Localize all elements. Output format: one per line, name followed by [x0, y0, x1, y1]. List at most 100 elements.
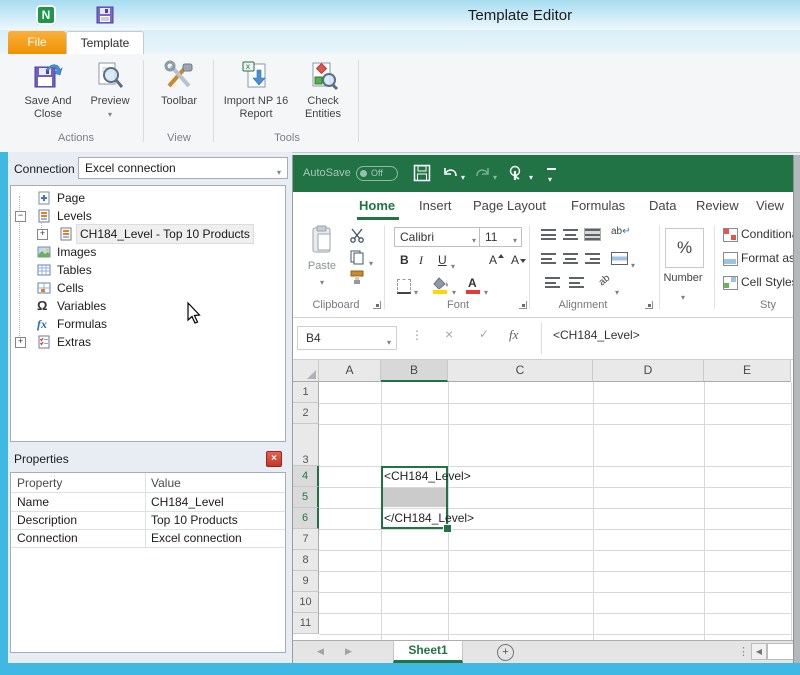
column-header-e[interactable]: E: [704, 360, 791, 382]
close-icon[interactable]: ×: [266, 451, 282, 467]
align-center-icon[interactable]: [563, 253, 578, 264]
fill-dropdown-icon[interactable]: [452, 282, 456, 300]
copy-dropdown-icon[interactable]: [369, 253, 373, 271]
expand-icon[interactable]: +: [37, 229, 48, 240]
select-all-corner[interactable]: [293, 360, 319, 382]
excel-tab-view[interactable]: View: [756, 198, 784, 213]
quick-save-icon[interactable]: [96, 6, 114, 24]
tree-item-cells[interactable]: Cells: [11, 279, 281, 297]
number-dropdown-icon[interactable]: [681, 287, 685, 305]
tab-file[interactable]: File: [8, 31, 66, 54]
row-header-2[interactable]: 2: [293, 403, 319, 424]
enter-icon[interactable]: ✓: [479, 327, 489, 341]
paste-button[interactable]: Paste: [303, 225, 341, 290]
excel-tab-page-layout[interactable]: Page Layout: [473, 198, 546, 213]
orientation-dropdown-icon[interactable]: [615, 282, 619, 300]
preview-button[interactable]: Preview: [84, 58, 136, 121]
number-format-label[interactable]: Number: [657, 272, 709, 284]
merge-center-icon[interactable]: [611, 252, 628, 265]
row-header-6[interactable]: 6: [293, 508, 319, 529]
font-size-combo[interactable]: 11: [479, 227, 522, 247]
connection-select[interactable]: Excel connection: [78, 157, 288, 179]
tree-item-levels[interactable]: − Levels: [11, 207, 281, 225]
decrease-font-button[interactable]: A: [511, 253, 519, 267]
touch-dropdown-icon[interactable]: [529, 167, 533, 185]
fill-color-icon[interactable]: [433, 277, 449, 289]
clipboard-dialog-launcher-icon[interactable]: [373, 301, 381, 309]
align-top-icon[interactable]: [541, 229, 556, 240]
wrap-text-icon[interactable]: ab↵: [611, 226, 631, 237]
borders-dropdown-icon[interactable]: [414, 282, 418, 300]
undo-dropdown-icon[interactable]: [461, 167, 465, 185]
collapse-icon[interactable]: −: [15, 211, 26, 222]
font-dialog-launcher-icon[interactable]: [519, 301, 527, 309]
tree-item-ch184-level[interactable]: + CH184_Level - Top 10 Products: [11, 225, 281, 243]
column-header-a[interactable]: A: [319, 360, 381, 382]
redo-icon[interactable]: [473, 165, 491, 181]
align-middle-icon[interactable]: [563, 229, 578, 240]
toolbar-button[interactable]: Toolbar: [150, 58, 208, 108]
row-header-9[interactable]: 9: [293, 571, 319, 592]
column-header-b[interactable]: B: [381, 360, 448, 382]
row-header-10[interactable]: 10: [293, 592, 319, 613]
merge-dropdown-icon[interactable]: [631, 255, 635, 273]
row-header-4[interactable]: 4: [293, 466, 319, 487]
row-header-1[interactable]: 1: [293, 382, 319, 403]
customize-qat-chevron-icon[interactable]: [548, 169, 552, 187]
tree-item-images[interactable]: Images: [11, 243, 281, 261]
format-painter-icon[interactable]: [349, 269, 365, 285]
borders-icon[interactable]: [397, 279, 411, 294]
font-name-combo[interactable]: Calibri: [394, 227, 481, 247]
formula-bar-handle-icon[interactable]: ⋮: [411, 328, 423, 342]
undo-icon[interactable]: [441, 165, 459, 181]
bold-button[interactable]: B: [400, 253, 409, 267]
tree-item-variables[interactable]: Ω Variables: [11, 297, 281, 315]
conditional-formatting-button[interactable]: Conditional: [741, 227, 800, 241]
property-connection-value[interactable]: Excel connection: [151, 529, 242, 547]
fill-handle[interactable]: [443, 524, 452, 533]
formula-input[interactable]: <CH184_Level>: [553, 328, 640, 342]
increase-indent-icon[interactable]: [569, 277, 584, 288]
preview-dropdown-icon[interactable]: [108, 108, 112, 120]
sheetbar-handle-icon[interactable]: ⋮: [738, 645, 749, 658]
hscroll-left-button[interactable]: ◀: [751, 643, 767, 660]
row-header-7[interactable]: 7: [293, 529, 319, 550]
row-header-8[interactable]: 8: [293, 550, 319, 571]
add-sheet-icon[interactable]: +: [497, 644, 514, 661]
tree-item-page[interactable]: Page: [11, 189, 281, 207]
underline-button[interactable]: U: [438, 253, 447, 267]
orientation-icon[interactable]: ab: [597, 273, 613, 289]
increase-font-button[interactable]: A: [489, 253, 497, 267]
align-left-icon[interactable]: [541, 253, 556, 264]
font-color-dropdown-icon[interactable]: [484, 282, 488, 300]
redo-dropdown-icon[interactable]: [493, 167, 497, 185]
cut-icon[interactable]: [349, 227, 365, 243]
align-right-icon[interactable]: [585, 253, 600, 264]
tree-item-formulas[interactable]: fx Formulas: [11, 315, 281, 333]
save-icon[interactable]: [413, 164, 431, 182]
sheet-tab-sheet1[interactable]: Sheet1: [393, 641, 463, 663]
property-name-value[interactable]: CH184_Level: [151, 493, 224, 511]
cancel-icon[interactable]: ×: [445, 326, 453, 342]
autosave-toggle[interactable]: Off: [356, 166, 398, 181]
excel-tab-home[interactable]: Home: [359, 198, 395, 213]
alignment-dialog-launcher-icon[interactable]: [645, 301, 653, 309]
copy-icon[interactable]: [349, 249, 365, 265]
insert-function-icon[interactable]: fx: [509, 327, 518, 343]
column-header-c[interactable]: C: [448, 360, 593, 382]
font-color-button[interactable]: A: [468, 276, 477, 290]
check-entities-button[interactable]: Check Entities: [294, 58, 352, 121]
decrease-indent-icon[interactable]: [545, 277, 560, 288]
tree-item-tables[interactable]: Tables: [11, 261, 281, 279]
excel-tab-insert[interactable]: Insert: [419, 198, 452, 213]
excel-tab-formulas[interactable]: Formulas: [571, 198, 625, 213]
align-bottom-icon[interactable]: [585, 229, 600, 240]
excel-tab-data[interactable]: Data: [649, 198, 676, 213]
percent-style-button[interactable]: %: [665, 228, 704, 268]
row-header-5[interactable]: 5: [293, 487, 319, 508]
touch-mode-icon[interactable]: [507, 164, 525, 182]
sheet-nav-left-icon[interactable]: ◀: [317, 646, 324, 657]
underline-dropdown-icon[interactable]: [451, 256, 455, 274]
row-header-3[interactable]: 3: [293, 424, 319, 466]
format-as-table-button[interactable]: Format as T: [741, 251, 800, 265]
